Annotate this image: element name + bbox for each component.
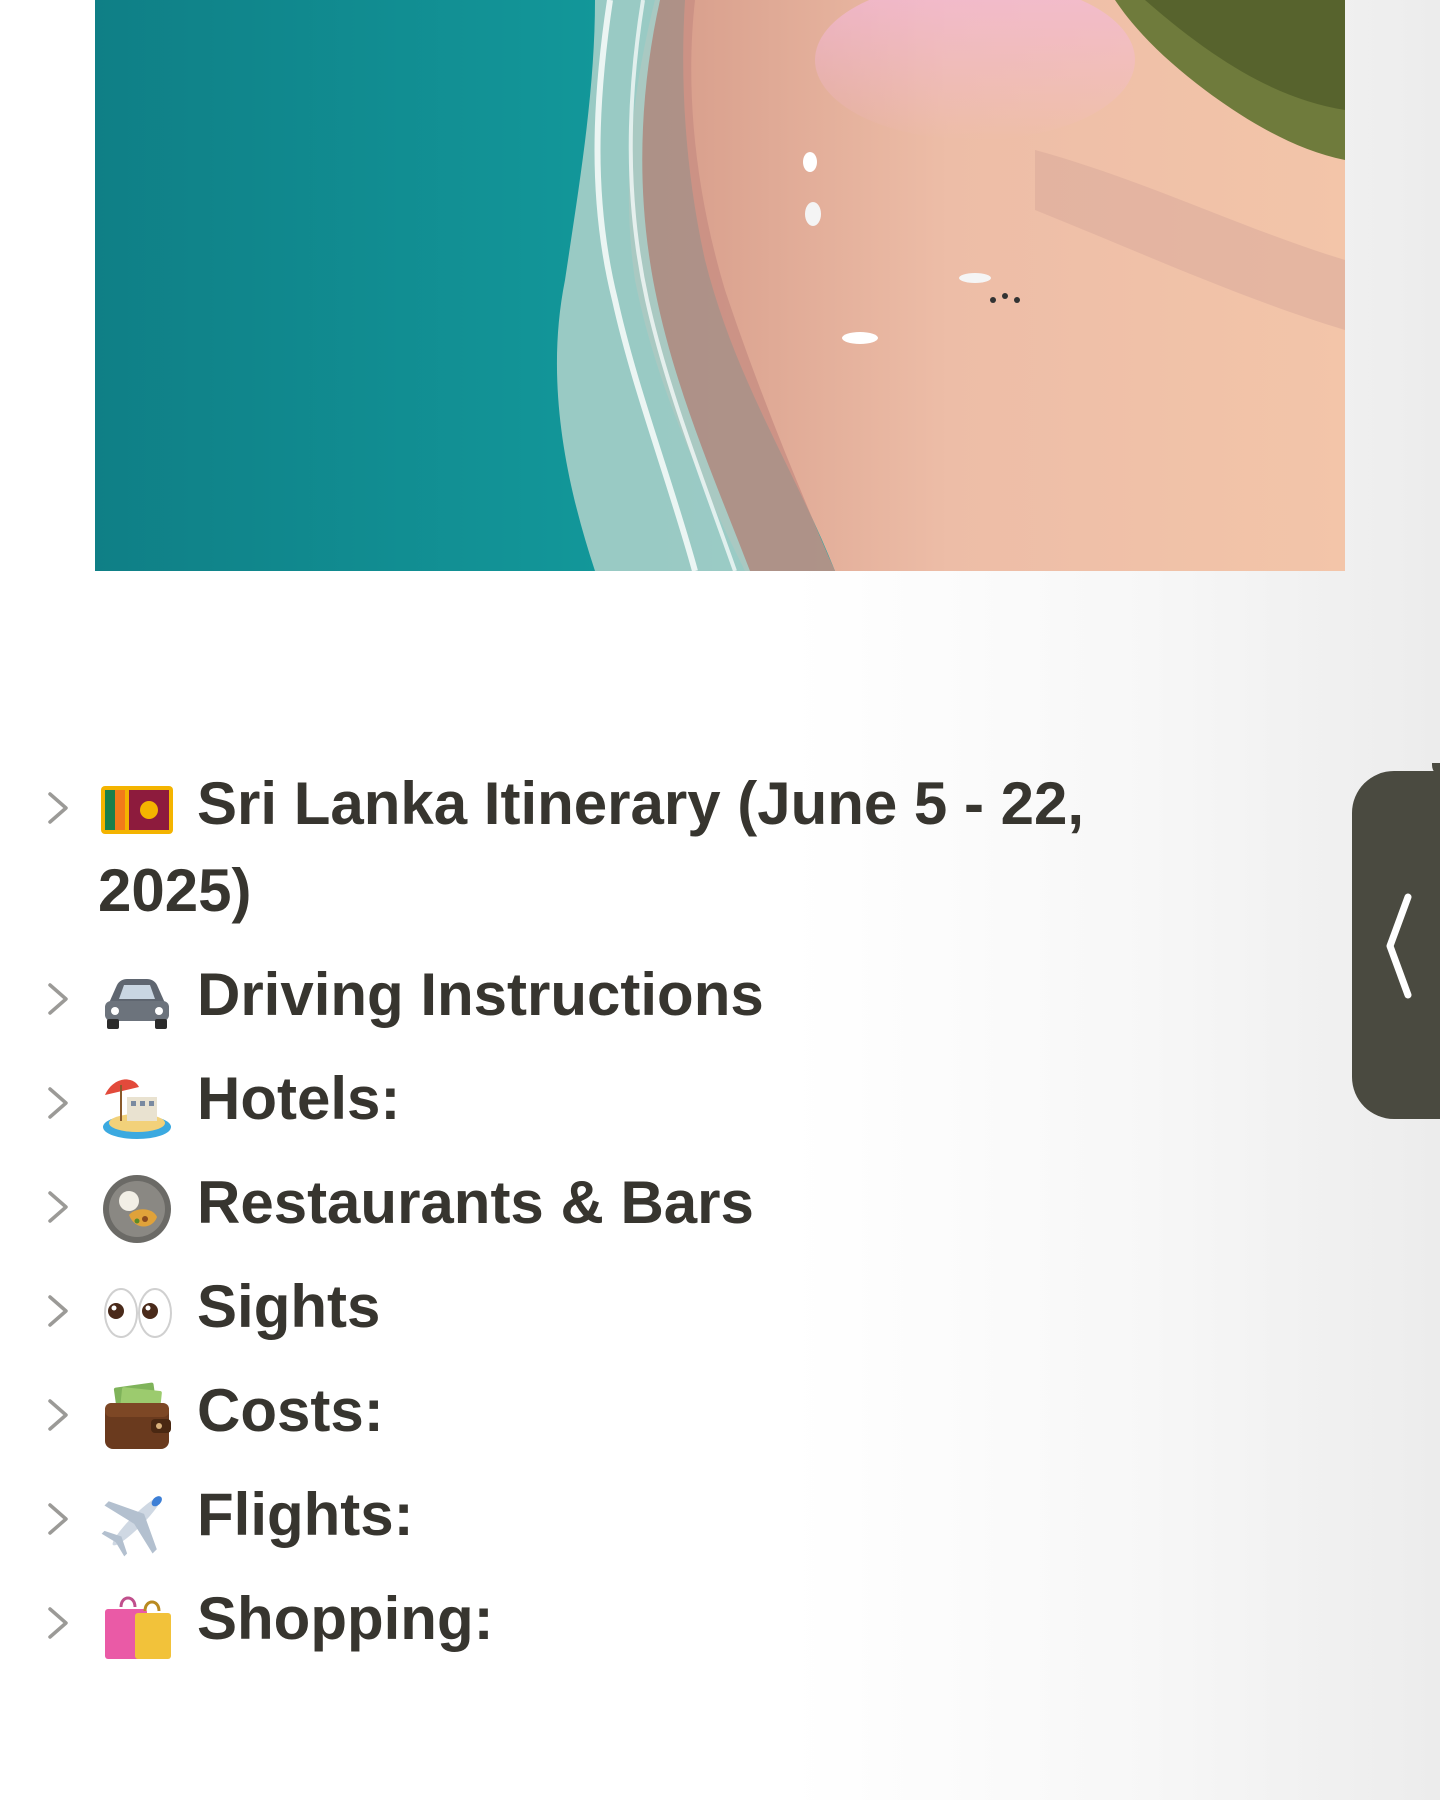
toggle-title: Driving Instructions — [197, 961, 764, 1028]
toggle-list: Sri Lanka Itinerary (June 5 - 22, 2025) … — [0, 760, 1300, 1679]
toggle-sights[interactable]: Sights — [0, 1263, 1300, 1350]
toggle-title: Sights — [197, 1273, 381, 1340]
toggle-restaurants[interactable]: Restaurants & Bars — [0, 1159, 1300, 1246]
chevron-right-icon[interactable] — [40, 790, 76, 826]
beach-cover-image — [95, 0, 1345, 571]
toggle-title: Flights: — [197, 1481, 414, 1548]
toggle-title-part: , — [1067, 770, 1085, 837]
chevron-right-icon[interactable] — [40, 1501, 76, 1537]
toggle-flights[interactable]: Flights: — [0, 1471, 1300, 1558]
sri-lanka-flag-icon — [101, 786, 173, 834]
toggle-title: Shopping: — [197, 1585, 494, 1652]
toggle-title: Restaurants & Bars — [197, 1169, 754, 1236]
toggle-title-part: Sri Lanka Itinerary ( — [197, 770, 758, 837]
chevron-left-icon[interactable] — [1378, 891, 1418, 1001]
chevron-right-icon[interactable] — [40, 1189, 76, 1225]
chevron-right-icon[interactable] — [40, 1293, 76, 1329]
shopping-bags-icon — [105, 1596, 171, 1659]
toggle-driving[interactable]: Driving Instructions — [0, 951, 1300, 1038]
side-panel-handle[interactable] — [1352, 763, 1440, 1119]
chevron-right-icon[interactable] — [40, 1397, 76, 1433]
toggle-costs[interactable]: Costs: — [0, 1367, 1300, 1454]
eyes-icon — [104, 1288, 172, 1338]
toggle-title: Costs: — [197, 1377, 384, 1444]
beach-hotel-icon — [103, 1079, 171, 1139]
handle-notch — [1432, 763, 1440, 777]
food-plate-icon — [103, 1175, 171, 1243]
notion-page: Sri Lanka Itinerary (June 5 - 22, 2025) … — [0, 0, 1440, 1800]
date-mention[interactable]: June 5 - 22 — [757, 770, 1067, 837]
cover-image[interactable] — [95, 0, 1345, 571]
toggle-shopping[interactable]: Shopping: — [0, 1575, 1300, 1662]
toggle-title: Hotels: — [197, 1065, 401, 1132]
toggle-itinerary[interactable]: Sri Lanka Itinerary (June 5 - 22, 2025) — [0, 760, 1300, 934]
chevron-right-icon[interactable] — [40, 981, 76, 1017]
airplane-icon — [101, 1496, 162, 1557]
date-mention-year[interactable]: 2025 — [98, 857, 231, 924]
chevron-right-icon[interactable] — [40, 1605, 76, 1641]
toggle-title-part: ) — [231, 857, 252, 924]
wallet-money-icon — [105, 1382, 171, 1449]
car-icon — [105, 979, 169, 1029]
chevron-right-icon[interactable] — [40, 1085, 76, 1121]
toggle-hotels[interactable]: Hotels: — [0, 1055, 1300, 1142]
